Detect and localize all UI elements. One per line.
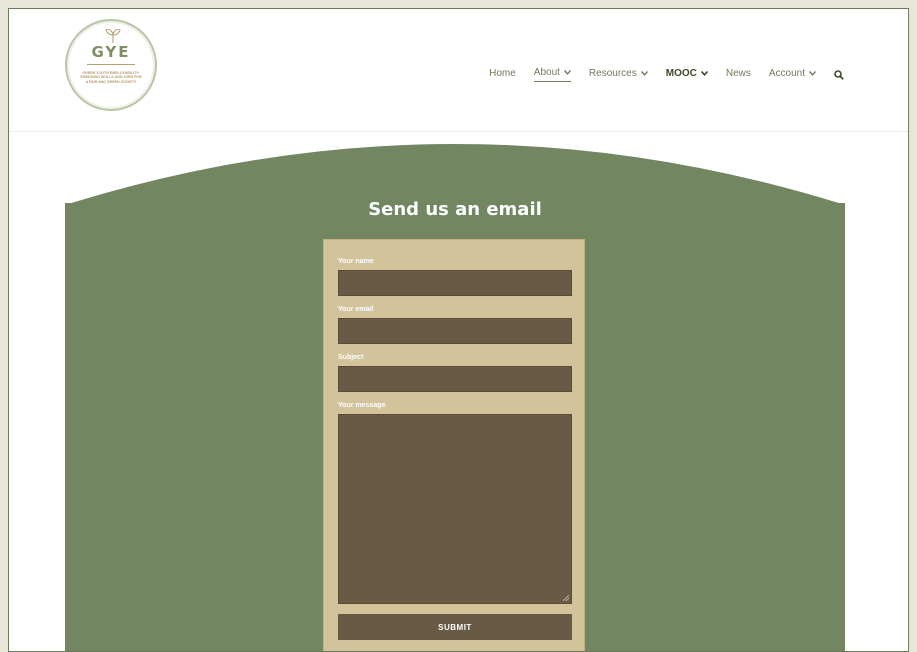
logo-tagline: GREEN YOUTH EMPLOYABILITY: EMERGING SKIL… (80, 71, 142, 84)
subject-input[interactable] (338, 366, 572, 392)
nav-about[interactable]: About (533, 67, 571, 82)
site-header: GYE GREEN YOUTH EMPLOYABILITY: EMERGING … (9, 9, 908, 132)
nav-resources[interactable]: Resources (589, 68, 648, 82)
chevron-down-icon (809, 70, 816, 76)
section-arch (65, 143, 845, 203)
chevron-down-icon (640, 70, 648, 76)
main-nav: Home About Resources MOOC News Account (489, 67, 844, 82)
message-label: Your message (338, 402, 386, 409)
contact-heading: Send us an email (368, 199, 542, 220)
name-label: Your name (338, 258, 374, 265)
nav-news[interactable]: News (726, 68, 751, 82)
browser-viewport: GYE GREEN YOUTH EMPLOYABILITY: EMERGING … (8, 8, 909, 652)
logo-divider (87, 64, 135, 65)
chevron-down-icon (700, 70, 708, 76)
nav-account[interactable]: Account (769, 68, 816, 82)
name-input[interactable] (338, 270, 572, 296)
submit-button[interactable]: SUBMIT (338, 614, 572, 640)
contact-form: Your name Your email Subject Your messag… (323, 239, 585, 651)
nav-about-label: About (533, 67, 560, 78)
subject-label: Subject (338, 354, 364, 361)
nav-mooc[interactable]: MOOC (666, 68, 708, 82)
email-input[interactable] (338, 318, 572, 344)
logo-title: GYE (91, 43, 131, 61)
message-textarea[interactable] (338, 414, 572, 604)
nav-home[interactable]: Home (489, 68, 516, 82)
nav-home-label: Home (489, 67, 516, 79)
site-logo[interactable]: GYE GREEN YOUTH EMPLOYABILITY: EMERGING … (65, 19, 157, 111)
nav-account-label: Account (768, 67, 805, 79)
sprout-icon (105, 29, 121, 43)
contact-section: Send us an email Your name Your email Su… (65, 143, 845, 651)
nav-news-label: News (725, 67, 751, 79)
resize-handle-icon[interactable] (563, 595, 569, 601)
nav-mooc-label: MOOC (665, 67, 697, 79)
search-icon[interactable] (834, 69, 844, 80)
chevron-down-icon (563, 70, 571, 75)
nav-resources-label: Resources (588, 67, 637, 79)
email-label: Your email (338, 306, 374, 313)
